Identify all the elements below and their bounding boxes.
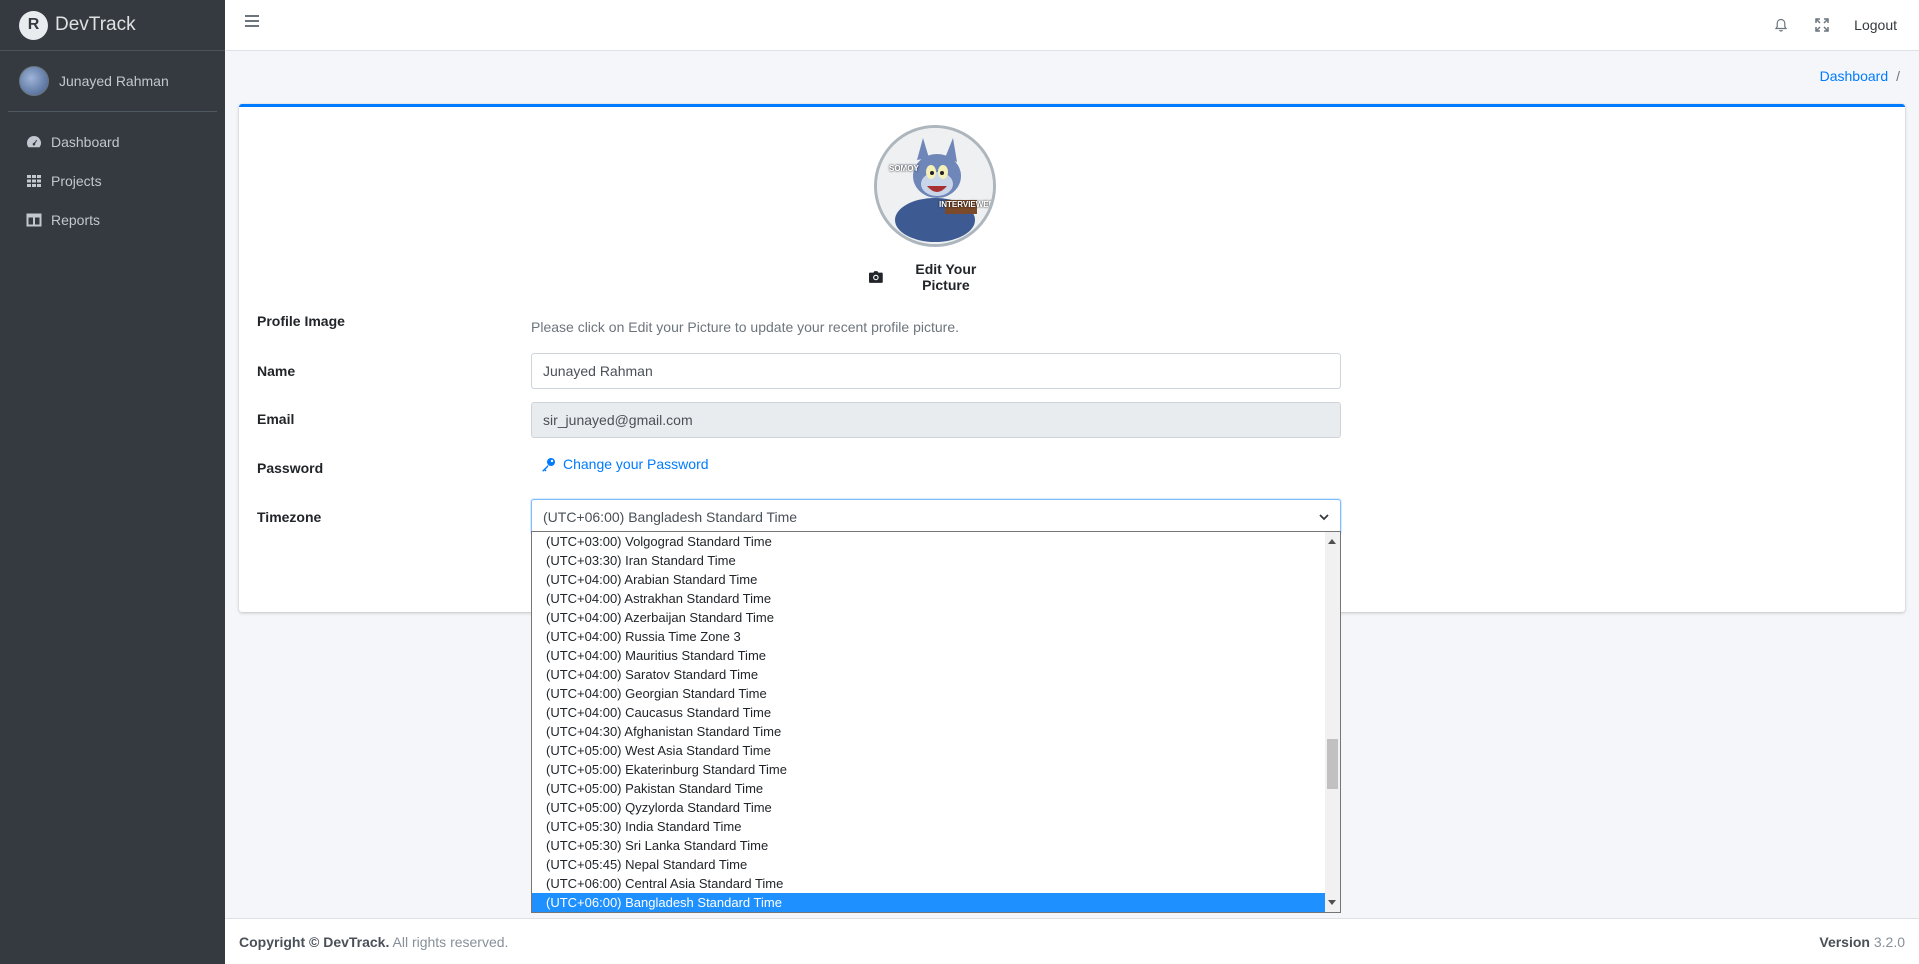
timezone-option[interactable]: (UTC+05:30) India Standard Time	[532, 817, 1326, 836]
breadcrumb-dashboard-link[interactable]: Dashboard	[1820, 68, 1889, 84]
bell-icon[interactable]	[1760, 0, 1801, 50]
copyright-suffix: All rights reserved.	[392, 933, 509, 950]
sidebar-item-dashboard[interactable]: Dashboard	[0, 122, 225, 161]
scroll-down-icon[interactable]	[1328, 900, 1336, 905]
timezone-option[interactable]: (UTC+05:00) Pakistan Standard Time	[532, 779, 1326, 798]
sidebar-item-reports[interactable]: Reports	[0, 200, 225, 239]
logout-link[interactable]: Logout	[1842, 17, 1919, 33]
timezone-option[interactable]: (UTC+05:00) Qyzylorda Standard Time	[532, 798, 1326, 817]
brand-logo: R	[19, 10, 48, 40]
footer: Copyright © DevTrack. All rights reserve…	[225, 918, 1919, 964]
copyright: Copyright © DevTrack. All rights reserve…	[239, 934, 508, 950]
edit-picture-button[interactable]: Edit Your Picture	[869, 261, 1001, 293]
name-value: Junayed Rahman	[543, 363, 653, 379]
sidebar-nav: Dashboard Projects Reports	[0, 122, 225, 239]
timezone-option[interactable]: (UTC+04:00) Georgian Standard Time	[532, 684, 1326, 703]
timezone-label: Timezone	[257, 509, 322, 525]
timezone-option[interactable]: (UTC+06:00) Central Asia Standard Time	[532, 874, 1326, 893]
password-label: Password	[257, 460, 324, 476]
user-panel[interactable]: Junayed Rahman	[8, 51, 217, 112]
menu-toggle-icon[interactable]	[245, 15, 259, 29]
grid-icon	[25, 172, 42, 189]
sidebar-item-label: Projects	[51, 172, 102, 189]
scroll-up-icon[interactable]	[1328, 539, 1336, 544]
breadcrumb-separator: /	[1896, 68, 1900, 84]
columns-icon	[25, 211, 42, 228]
timezone-option[interactable]: (UTC+04:00) Arabian Standard Time	[532, 570, 1326, 589]
version-value: 3.2.0	[1873, 933, 1905, 950]
timezone-option[interactable]: (UTC+04:00) Saratov Standard Time	[532, 665, 1326, 684]
dropdown-scrollbar[interactable]	[1325, 532, 1340, 912]
user-name: Junayed Rahman	[59, 73, 169, 89]
timezone-option[interactable]: (UTC+04:00) Astrakhan Standard Time	[532, 589, 1326, 608]
chevron-down-icon	[1319, 513, 1329, 520]
timezone-option[interactable]: (UTC+05:30) Sri Lanka Standard Time	[532, 836, 1326, 855]
scrollbar-thumb[interactable]	[1327, 739, 1338, 789]
fullscreen-icon[interactable]	[1801, 0, 1842, 50]
avatar	[19, 66, 49, 96]
brand-link[interactable]: R DevTrack	[0, 0, 225, 51]
timezone-option[interactable]: (UTC+04:30) Afghanistan Standard Time	[532, 722, 1326, 741]
copyright-prefix: Copyright ©	[239, 933, 320, 950]
tachometer-icon	[25, 133, 42, 150]
email-label: Email	[257, 411, 295, 427]
timezone-option[interactable]: (UTC+04:00) Russia Time Zone 3	[532, 627, 1326, 646]
edit-picture-label: Edit Your Picture	[915, 261, 977, 293]
breadcrumb: Dashboard /	[1820, 68, 1900, 84]
timezone-selected-value: (UTC+06:00) Bangladesh Standard Time	[543, 509, 798, 525]
name-input[interactable]: Junayed Rahman	[531, 353, 1341, 389]
key-icon	[542, 457, 555, 471]
timezone-options: (UTC+03:00) Volgograd Standard Time (UTC+…	[532, 532, 1326, 912]
profile-picture: SOMOY INTERVIEWER	[874, 125, 996, 247]
timezone-option[interactable]: (UTC+05:00) West Asia Standard Time	[532, 741, 1326, 760]
top-right-actions: Logout	[1760, 0, 1919, 50]
timezone-option[interactable]: (UTC+04:00) Caucasus Standard Time	[532, 703, 1326, 722]
timezone-option[interactable]: (UTC+04:00) Mauritius Standard Time	[532, 646, 1326, 665]
sidebar-item-projects[interactable]: Projects	[0, 161, 225, 200]
copyright-brand[interactable]: DevTrack.	[323, 934, 389, 950]
version-info: Version 3.2.0	[1819, 934, 1905, 950]
sidebar: R DevTrack Junayed Rahman Dashboard Proj…	[0, 0, 225, 964]
timezone-option[interactable]: (UTC+04:00) Azerbaijan Standard Time	[532, 608, 1326, 627]
brand-name: DevTrack	[55, 14, 136, 35]
email-field: sir_junayed@gmail.com	[531, 402, 1341, 438]
email-value: sir_junayed@gmail.com	[543, 412, 693, 428]
camera-icon	[869, 271, 883, 283]
top-navbar: Logout	[225, 0, 1919, 51]
change-password-link[interactable]: Change your Password	[541, 456, 709, 472]
timezone-option[interactable]: (UTC+03:00) Volgograd Standard Time	[532, 532, 1326, 551]
sidebar-item-label: Dashboard	[51, 133, 120, 150]
sidebar-item-label: Reports	[51, 211, 101, 228]
timezone-option[interactable]: (UTC+05:00) Ekaterinburg Standard Time	[532, 760, 1326, 779]
change-password-label: Change your Password	[563, 456, 709, 472]
version-label: Version	[1819, 933, 1870, 950]
picture-caption-top: SOMOY	[889, 164, 919, 173]
timezone-option[interactable]: (UTC+03:30) Iran Standard Time	[532, 551, 1326, 570]
profile-image-label: Profile Image	[257, 313, 345, 329]
timezone-option[interactable]: (UTC+05:45) Nepal Standard Time	[532, 855, 1326, 874]
picture-caption-bottom: INTERVIEWER	[939, 200, 995, 209]
timezone-select[interactable]: (UTC+06:00) Bangladesh Standard Time	[531, 499, 1341, 535]
name-label: Name	[257, 363, 296, 379]
timezone-option[interactable]: (UTC+06:00) Bangladesh Standard Time	[532, 893, 1326, 912]
profile-image-help: Please click on Edit your Picture to upd…	[531, 319, 959, 335]
timezone-dropdown-list[interactable]: (UTC+03:00) Volgograd Standard Time (UTC+…	[531, 531, 1341, 913]
